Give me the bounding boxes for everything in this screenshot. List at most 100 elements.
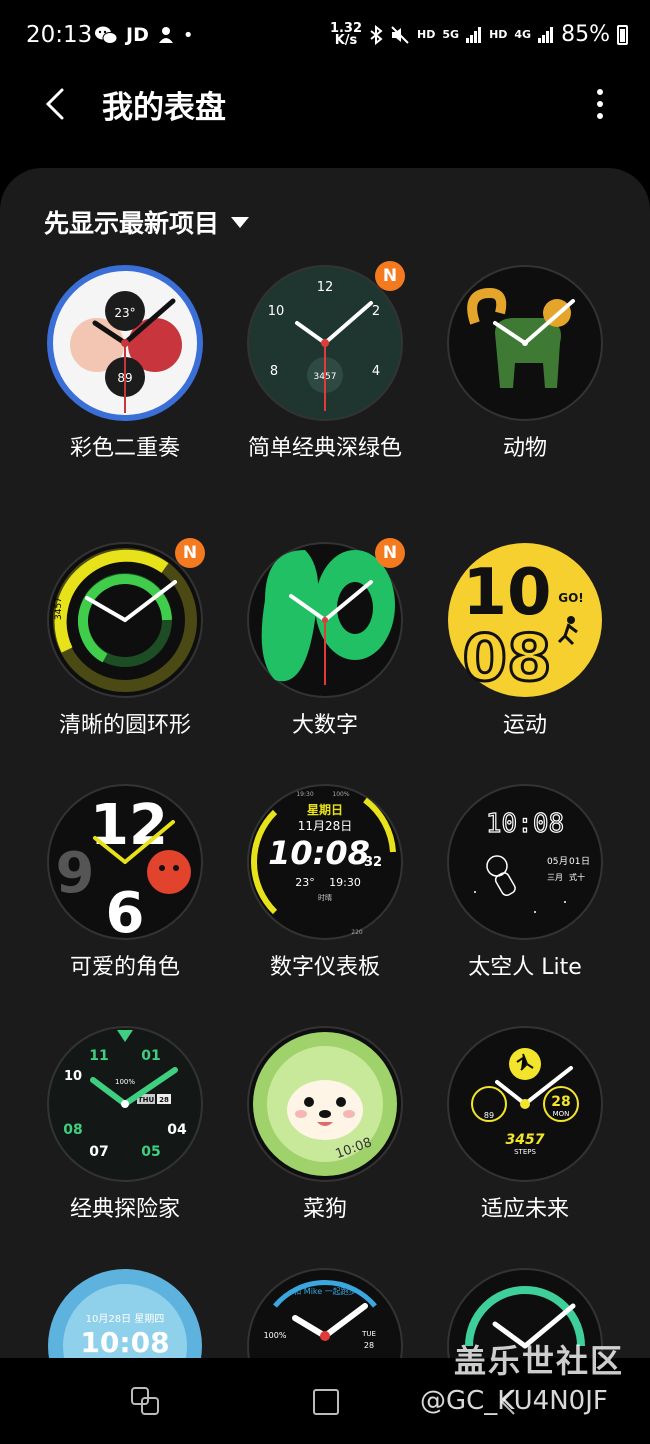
caret-down-icon	[231, 216, 250, 228]
mute-icon	[391, 25, 409, 44]
sort-dropdown[interactable]: 先显示最新项目	[44, 204, 250, 240]
watch-face-label: 大数字	[291, 713, 358, 738]
svg-text:8: 8	[270, 364, 278, 379]
watch-face-sky[interactable]: 10月28日 星期四 10:08	[45, 1266, 205, 1368]
svg-text:10月28日 星期四: 10月28日 星期四	[86, 1313, 165, 1325]
hd-label-1: HD	[417, 28, 436, 41]
watch-face-animal[interactable]	[445, 263, 605, 423]
svg-text:TUE: TUE	[361, 1330, 376, 1338]
status-time: 20:13	[26, 22, 93, 48]
signal-icon-2	[538, 26, 554, 43]
svg-text:28: 28	[159, 1096, 169, 1104]
watch-face-sport[interactable]: 10 08 GO!	[445, 540, 605, 700]
svg-text:100%: 100%	[115, 1078, 135, 1086]
watch-face-classic-explorer[interactable]: 11 01 10 08 04 07 05 100% THU 28	[45, 1024, 205, 1184]
back-button[interactable]	[36, 82, 80, 126]
watch-faces-panel: 先显示最新项目 23° 89 彩色二重奏 12 2 4 8 10	[0, 168, 650, 1368]
watch-face-label: 动物	[502, 436, 547, 461]
svg-text:05: 05	[141, 1144, 160, 1160]
svg-text:式十: 式十	[569, 872, 585, 882]
svg-text:01: 01	[141, 1048, 160, 1064]
app-bar: 我的表盘	[0, 72, 650, 142]
network-label-1: 5G	[442, 28, 460, 41]
duet-temp: 23°	[114, 306, 135, 320]
svg-text:10:08: 10:08	[486, 809, 564, 839]
bluetooth-icon	[370, 24, 383, 45]
watch-face-preview	[447, 265, 603, 421]
dot-icon: •	[182, 24, 194, 46]
chevron-left-icon	[45, 88, 64, 120]
svg-text:100%: 100%	[264, 1331, 287, 1340]
new-badge: N	[375, 538, 405, 568]
watch-face-cute-character[interactable]: 12 9 6	[45, 782, 205, 946]
home-icon	[313, 1389, 339, 1415]
recent-apps-button[interactable]	[126, 1382, 166, 1422]
battery-icon	[617, 24, 628, 45]
sort-label: 先显示最新项目	[44, 209, 220, 238]
watch-face-label: 运动	[502, 713, 547, 738]
watch-face-adapt-future[interactable]: 89 28 MON 3457 STEPS	[445, 1024, 605, 1184]
watch-face-veggie-dog[interactable]: 10:08	[245, 1024, 405, 1184]
svg-text:28: 28	[364, 1341, 374, 1350]
watch-face-label: 简单经典深绿色	[247, 436, 402, 461]
watch-face-preview: 10月28日 星期四 10:08	[48, 1269, 202, 1368]
svg-text:10: 10	[64, 1069, 82, 1084]
svg-text:28: 28	[551, 1094, 570, 1110]
watch-face-label: 清晰的圆环形	[58, 713, 191, 738]
svg-text:星期日: 星期日	[307, 802, 343, 817]
svg-text:04: 04	[167, 1122, 187, 1138]
battery-percent: 85%	[561, 22, 610, 47]
svg-text:23°: 23°	[295, 876, 315, 889]
watch-face-label: 经典探险家	[69, 1197, 180, 1222]
svg-text:和 Mike 一起跑步: 和 Mike 一起跑步	[293, 1287, 356, 1296]
network-label-2: 4G	[514, 28, 532, 41]
new-badge: N	[375, 261, 405, 291]
more-vertical-icon	[597, 89, 603, 119]
watch-face-run-with-mike[interactable]: 和 Mike 一起跑步 100% TUE 28	[245, 1266, 405, 1368]
svg-text:19:30: 19:30	[296, 791, 313, 798]
watch-face-preview: 11 01 10 08 04 07 05 100% THU 28	[47, 1026, 203, 1182]
watermark-logo: 盖乐世社区	[454, 1342, 625, 1380]
svg-text:05: 05	[547, 857, 558, 867]
svg-text:3457: 3457	[54, 597, 64, 620]
more-options-button[interactable]	[590, 86, 610, 126]
watch-face-preview: 和 Mike 一起跑步 100% TUE 28	[247, 1268, 403, 1368]
status-left-icons: JD •	[94, 24, 193, 46]
watch-face-label: 彩色二重奏	[69, 436, 180, 461]
svg-text:日: 日	[581, 856, 590, 867]
svg-text:STEPS: STEPS	[514, 1148, 536, 1156]
notification-icon	[158, 27, 173, 43]
svg-text:08: 08	[462, 622, 551, 696]
recent-apps-icon	[131, 1387, 159, 1415]
svg-text:89: 89	[484, 1111, 494, 1120]
watch-face-label: 菜狗	[302, 1197, 347, 1222]
svg-text:220: 220	[351, 929, 363, 936]
watch-face-color-duet[interactable]: 23° 89	[45, 263, 205, 423]
watch-face-preview: 10:08	[247, 1026, 403, 1182]
jd-icon: JD	[126, 24, 149, 46]
watch-face-digital-dashboard[interactable]: 星期日 11月28日 10:08 32 23° 19:30 19:30 100%…	[245, 782, 405, 942]
svg-text:100%: 100%	[332, 791, 349, 798]
watch-face-preview: 10 08 GO!	[448, 543, 602, 698]
signal-icon-1	[466, 26, 482, 43]
home-button[interactable]	[306, 1382, 346, 1422]
svg-text:10: 10	[462, 556, 551, 630]
watch-face-preview: 12 9 6	[47, 784, 203, 946]
svg-text:6: 6	[106, 881, 145, 942]
svg-text:07: 07	[89, 1144, 108, 1160]
watch-face-preview: 10:08 05 月 01 日 三月 式十	[447, 784, 603, 940]
watch-face-label: 数字仪表板	[269, 955, 380, 980]
status-right-icons: 1.32 K/s HD 5G HD 4G 85%	[330, 22, 628, 47]
watch-face-preview: 23° 89	[47, 265, 203, 421]
watch-face-preview: 89 28 MON 3457 STEPS	[447, 1026, 603, 1182]
svg-text:08: 08	[63, 1122, 82, 1138]
svg-text:10: 10	[268, 304, 285, 319]
watch-face-astronaut-lite[interactable]: 10:08 05 月 01 日 三月 式十	[445, 782, 605, 942]
svg-text:32: 32	[364, 855, 382, 870]
svg-text:01: 01	[569, 857, 580, 867]
svg-text:4: 4	[372, 364, 380, 379]
watch-face-label: 可爱的角色	[69, 955, 180, 980]
svg-text:月: 月	[559, 856, 568, 867]
hd-label-2: HD	[489, 28, 508, 41]
wechat-icon	[95, 26, 118, 44]
